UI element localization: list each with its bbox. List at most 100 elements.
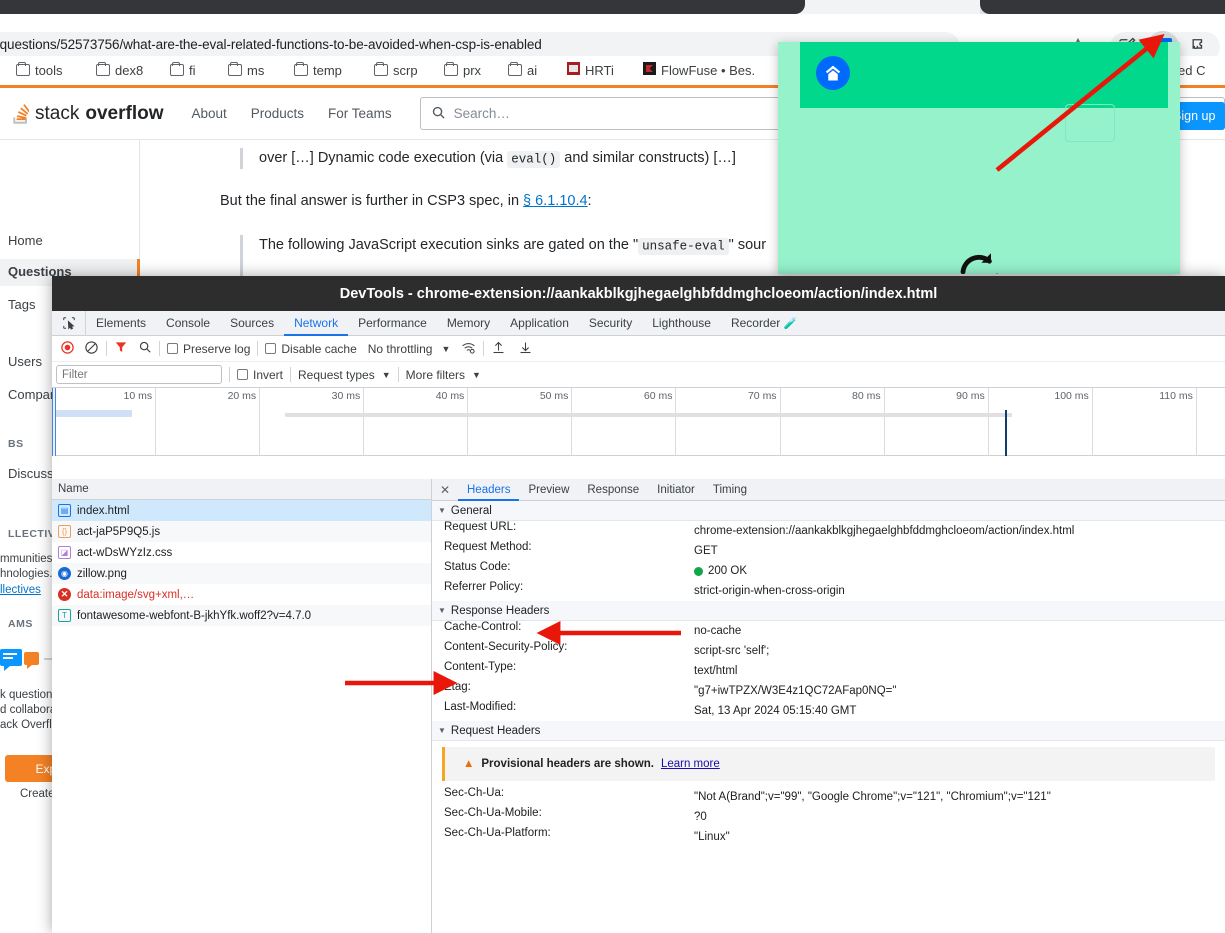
bookmark-label: dex8 (115, 62, 144, 78)
preserve-log-box[interactable] (167, 343, 178, 354)
so-logo-text-light: stack (35, 102, 80, 124)
request-row[interactable]: Tfontawesome-webfont-B-jkhYfk.woff2?v=4.… (52, 605, 431, 626)
network-conditions-icon[interactable] (461, 340, 476, 358)
so-nav-about[interactable]: About (191, 106, 226, 121)
sidebar-item-home[interactable]: Home (8, 233, 43, 248)
so-quote2-text-b: " sour (728, 237, 767, 253)
detail-tab-timing[interactable]: Timing (704, 479, 756, 501)
devtools-tab-elements[interactable]: Elements (86, 311, 156, 336)
header-value: "Linux" (694, 827, 1225, 847)
provisional-headers-notice: ▲ Provisional headers are shown. Learn mor… (442, 747, 1215, 781)
chevron-down-icon[interactable]: ▼ (382, 370, 391, 380)
record-stop-icon[interactable] (60, 340, 75, 358)
devtools-tab-console[interactable]: Console (156, 311, 220, 336)
section-header[interactable]: ▼ Response Headers (432, 601, 1225, 621)
so-quote2-code: unsafe-eval (638, 237, 729, 255)
triangle-down-icon[interactable]: ▼ (438, 506, 446, 515)
detail-tab-response[interactable]: Response (578, 479, 648, 501)
detail-tab-headers[interactable]: Headers (458, 479, 519, 501)
chevron-down-icon[interactable]: ▼ (441, 344, 450, 354)
network-filter-input[interactable] (56, 365, 222, 384)
search-icon[interactable] (138, 340, 152, 357)
header-row: Sec-Ch-Ua-Platform: "Linux" (432, 827, 1225, 847)
folder-icon (96, 61, 110, 76)
request-types-label[interactable]: Request types (298, 368, 375, 382)
request-row[interactable]: ◉ zillow.png (52, 563, 431, 584)
disable-cache-checkbox[interactable]: Disable cache (265, 342, 357, 356)
bookmark-item[interactable]: dex8 (96, 56, 143, 84)
more-filters-label[interactable]: More filters (406, 368, 465, 382)
devtools-tab-sources[interactable]: Sources (220, 311, 284, 336)
overview-tick-label: 110 ms (1159, 390, 1193, 402)
sidebar-item-users[interactable]: Users (8, 354, 42, 369)
header-value: text/html (694, 661, 1225, 681)
devtools-tab-performance[interactable]: Performance (348, 311, 437, 336)
so-logo[interactable]: stack overflow (12, 103, 163, 125)
so-quote1-text-b: and similar constructs) […] (560, 150, 736, 166)
preserve-log-checkbox[interactable]: Preserve log (167, 342, 250, 356)
browser-tab-2[interactable] (980, 0, 1225, 14)
bookmark-label: HRTi (585, 62, 614, 78)
bookmark-item[interactable]: fi (170, 56, 196, 84)
inspect-element-icon[interactable] (52, 310, 86, 336)
bookmark-label: temp (313, 62, 342, 78)
invert-box[interactable] (237, 369, 248, 380)
request-name: fontawesome-webfont-B-jkhYfk.woff2?v=4.7… (77, 609, 312, 622)
request-row[interactable]: ◪ act-wDsWYzIz.css (52, 542, 431, 563)
import-har-icon[interactable] (491, 340, 506, 358)
bookmark-item[interactable]: HRTi (567, 56, 614, 84)
bookmark-item[interactable]: FlowFuse • Bes. (643, 56, 755, 84)
triangle-down-icon[interactable]: ▼ (438, 606, 446, 615)
header-value-text: script-src 'self'; (694, 645, 770, 657)
invert-label: Invert (253, 367, 284, 382)
request-row[interactable]: ▤ index.html (52, 500, 431, 521)
overview-bar-2 (285, 413, 1012, 417)
invert-checkbox[interactable]: Invert (237, 368, 283, 382)
bookmark-item[interactable]: scrp (374, 56, 418, 84)
detail-tab-preview[interactable]: Preview (519, 479, 578, 501)
request-name: zillow.png (77, 567, 127, 580)
browser-tab-1[interactable] (0, 0, 805, 14)
bookmark-item[interactable]: prx (444, 56, 481, 84)
sidebar-item-tags[interactable]: Tags (8, 297, 35, 312)
puzzle-piece-icon[interactable] (1189, 36, 1211, 58)
disable-cache-box[interactable] (265, 343, 277, 354)
devtools-tab-recorder[interactable]: Recorder 🧪 (721, 311, 807, 336)
header-row: Last-Modified: Sat, 13 Apr 2024 05:15:40 … (432, 701, 1225, 721)
throttling-select-value[interactable]: No throttling (368, 342, 433, 356)
bookmark-item[interactable]: tools (16, 56, 62, 84)
section-header[interactable]: ▼ Request Headers (432, 721, 1225, 741)
detail-tab-initiator[interactable]: Initiator (648, 479, 704, 501)
request-list-column-header: Name (52, 479, 431, 500)
request-row[interactable]: {} act-jaP5P9Q5.js (52, 521, 431, 542)
extension-popup (778, 42, 1180, 274)
chevron-down-icon[interactable]: ▼ (472, 370, 481, 380)
close-icon[interactable]: ✕ (432, 483, 458, 497)
section-header[interactable]: ▼ General (432, 501, 1225, 521)
learn-more-link[interactable]: Learn more (661, 758, 720, 770)
so-quote1-text-a: over […] Dynamic code execution (via (259, 150, 508, 166)
clear-circle-slash-icon[interactable] (84, 340, 99, 358)
triangle-down-icon[interactable]: ▼ (438, 726, 446, 735)
devtools-tab-lighthouse[interactable]: Lighthouse (642, 311, 721, 336)
so-nav-for-teams[interactable]: For Teams (328, 106, 392, 121)
network-overview-timeline[interactable]: 10 ms 20 ms 30 ms 40 ms 50 ms 60 ms 70 ms 80 ms… (52, 388, 1225, 456)
bookmark-item[interactable]: ms (228, 56, 264, 84)
devtools-tab-network[interactable]: Network (284, 311, 348, 336)
so-spec-link[interactable]: § 6.1.10.4 (523, 193, 588, 209)
bookmark-item[interactable]: temp (294, 56, 342, 84)
header-value-text: GET (694, 545, 718, 557)
devtools-tab-memory[interactable]: Memory (437, 311, 500, 336)
header-value: "g7+iwTPZX/W3E4z1QC72AFap0NQ=" (694, 681, 1225, 701)
folder-icon (228, 61, 242, 76)
flask-icon: 🧪 (783, 317, 798, 330)
funnel-filter-icon[interactable] (114, 340, 128, 357)
header-value-text: "Not A(Brand";v="99", "Google Chrome";v=… (694, 791, 1051, 803)
export-har-icon[interactable] (518, 340, 533, 358)
devtools-tab-security[interactable]: Security (579, 311, 642, 336)
devtools-tab-application[interactable]: Application (500, 311, 579, 336)
request-row[interactable]: ✕ data:image/svg+xml,… (52, 584, 431, 605)
so-nav-products[interactable]: Products (251, 106, 304, 121)
bookmark-item[interactable]: ai (508, 56, 537, 84)
overview-selection-window[interactable] (52, 388, 56, 456)
